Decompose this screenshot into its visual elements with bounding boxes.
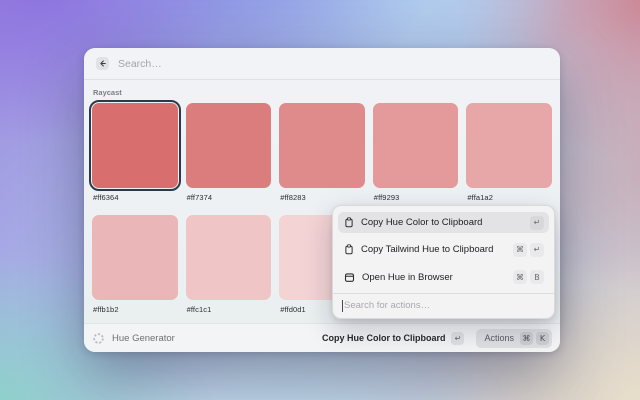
color-swatch[interactable]	[279, 103, 365, 188]
clipboard-icon	[344, 244, 354, 255]
k-key-icon: K	[536, 332, 549, 345]
shortcut-keys: ⌘ ↵	[513, 243, 544, 257]
color-swatch[interactable]	[186, 103, 272, 188]
color-swatch[interactable]	[373, 103, 459, 188]
menu-item-label: Open Hue in Browser	[362, 272, 506, 283]
menu-item-open-hue-browser[interactable]: Open Hue in Browser ⌘ B	[338, 264, 549, 291]
shortcut-keys: ↵	[530, 216, 544, 230]
hue-generator-spinner-icon	[92, 332, 105, 345]
color-swatch-cell[interactable]: #ffb1b2	[92, 215, 178, 314]
return-key-icon: ↵	[530, 216, 544, 230]
swatch-hex-label: #ffa1a2	[467, 193, 552, 202]
primary-action-button[interactable]: Copy Hue Color to Clipboard	[322, 333, 446, 343]
actions-search-bar	[338, 294, 549, 318]
actions-button-label: Actions	[484, 333, 514, 343]
footer-actions: Copy Hue Color to Clipboard ↵ Actions ⌘ …	[322, 329, 552, 348]
command-key-icon: ⌘	[513, 270, 527, 284]
actions-button[interactable]: Actions ⌘ K	[476, 329, 552, 348]
return-key-icon: ↵	[451, 332, 464, 345]
return-key-icon: ↵	[530, 243, 544, 257]
color-swatch-cell[interactable]: #ff6364	[92, 103, 178, 202]
clipboard-icon	[344, 217, 354, 228]
command-key-icon: ⌘	[520, 332, 533, 345]
text-caret	[342, 300, 343, 312]
section-label: Raycast	[93, 88, 552, 97]
actions-search-input[interactable]	[344, 300, 545, 311]
color-swatch-cell[interactable]: #ffc1c1	[186, 215, 272, 314]
color-swatch[interactable]	[186, 215, 272, 300]
menu-item-copy-hue-color[interactable]: Copy Hue Color to Clipboard ↵	[338, 212, 549, 233]
shortcut-keys: ⌘ B	[513, 270, 544, 284]
color-swatch-cell[interactable]: #ff7374	[186, 103, 272, 202]
command-key-icon: ⌘	[513, 243, 527, 257]
footer-bar: Hue Generator Copy Hue Color to Clipboar…	[84, 323, 560, 352]
color-swatch[interactable]	[92, 215, 178, 300]
color-swatch-cell[interactable]: #ff8283	[279, 103, 365, 202]
arrow-left-icon	[98, 59, 107, 68]
raycast-window: Raycast #ff6364 #ff7374 #ff8283 #ff9293	[84, 48, 560, 352]
menu-item-label: Copy Hue Color to Clipboard	[361, 217, 523, 228]
footer-extension: Hue Generator	[92, 332, 322, 345]
back-button[interactable]	[96, 57, 109, 70]
extension-name: Hue Generator	[112, 333, 175, 344]
menu-item-copy-tailwind-hue[interactable]: Copy Tailwind Hue to Clipboard ⌘ ↵	[338, 236, 549, 263]
swatch-hex-label: #ff8283	[280, 193, 365, 202]
color-swatch-cell[interactable]: #ffa1a2	[466, 103, 552, 202]
color-swatch-cell[interactable]: #ff9293	[373, 103, 459, 202]
actions-popup: Copy Hue Color to Clipboard ↵ Copy Tailw…	[332, 205, 555, 319]
browser-window-icon	[344, 272, 355, 283]
swatch-hex-label: #ffc1c1	[187, 305, 272, 314]
search-input[interactable]	[118, 58, 548, 70]
swatch-hex-label: #ffb1b2	[93, 305, 178, 314]
swatch-hex-label: #ff9293	[374, 193, 459, 202]
swatch-hex-label: #ff7374	[187, 193, 272, 202]
swatch-hex-label: #ff6364	[93, 193, 178, 202]
color-swatch-selected[interactable]	[92, 103, 178, 188]
menu-item-label: Copy Tailwind Hue to Clipboard	[361, 244, 506, 255]
b-key-icon: B	[530, 270, 544, 284]
search-header	[84, 48, 560, 80]
color-swatch[interactable]	[466, 103, 552, 188]
